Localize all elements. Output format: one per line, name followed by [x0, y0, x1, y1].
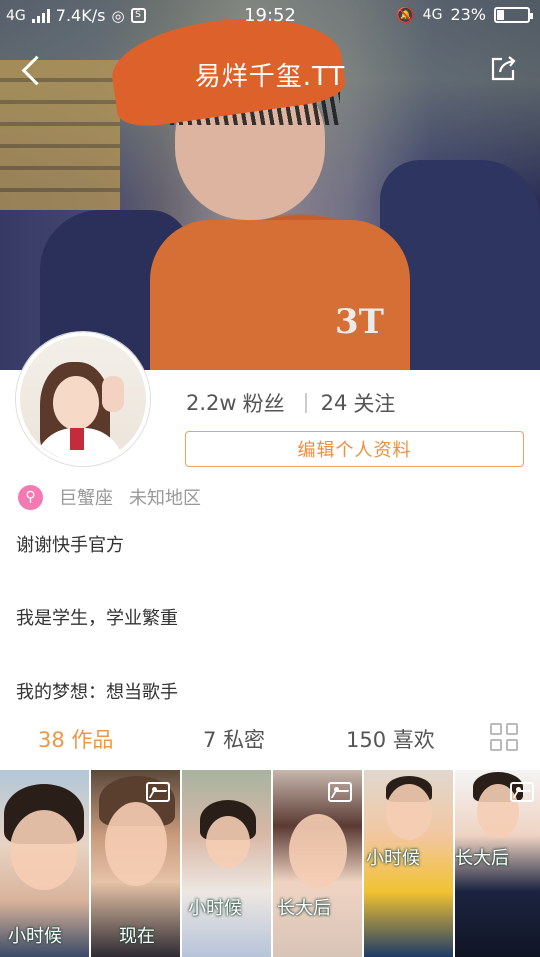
photo-icon	[328, 782, 352, 802]
photo-icon	[510, 782, 534, 802]
page-title: 易烊千玺.TT	[194, 62, 346, 92]
tab-private[interactable]: 7 私密	[203, 724, 265, 754]
thumbnail-caption: 现在	[119, 926, 155, 947]
tab-label: 私密	[223, 728, 266, 752]
network-type-right: 4G	[422, 6, 443, 23]
thumbnail-caption: 长大后	[277, 898, 331, 919]
tab-works[interactable]: 38 作品	[38, 724, 113, 754]
thumbnail-caption: 长大后	[455, 848, 509, 869]
share-edit-icon[interactable]	[488, 54, 518, 84]
bio-line: 我是学生，学业繁重	[16, 608, 178, 629]
mute-icon: 🔕	[395, 5, 415, 24]
battery-percent: 23%	[450, 5, 486, 24]
content-tabs: 38 作品 7 私密 150 喜欢	[0, 718, 540, 758]
location-tag: 未知地区	[129, 488, 201, 509]
tab-likes[interactable]: 150 喜欢	[346, 724, 435, 754]
video-thumbnail[interactable]: 现在	[91, 770, 180, 957]
thumbnail-caption: 小时候	[366, 848, 420, 869]
video-thumbnail[interactable]: 小时候	[364, 770, 453, 957]
profile-stats: 2.2w 粉丝 24 关注	[186, 388, 401, 418]
zodiac-badge-icon: ⚲	[18, 484, 43, 510]
battery-icon	[494, 6, 533, 23]
video-grid: 小时候 现在 小时候 长大后 小时候 长大后	[0, 770, 540, 957]
photo-icon	[146, 782, 170, 802]
video-thumbnail[interactable]: 长大后	[455, 770, 540, 957]
zodiac-tag: 巨蟹座	[59, 488, 113, 509]
following-count[interactable]: 24	[321, 391, 348, 415]
fans-count[interactable]: 2.2w	[186, 391, 237, 415]
tab-count: 7	[203, 728, 217, 752]
status-bar: 4G 7.4K/s ◎ S 19:52 🔕 4G 23%	[0, 0, 540, 32]
tab-label: 喜欢	[392, 728, 435, 752]
back-icon[interactable]	[18, 54, 46, 86]
tab-label: 作品	[71, 728, 114, 752]
profile-tags: ⚲ 巨蟹座 未知地区	[18, 484, 201, 510]
bio-line: 谢谢快手官方	[16, 535, 124, 556]
thumbnail-caption: 小时候	[188, 898, 242, 919]
video-thumbnail[interactable]: 小时候	[182, 770, 271, 957]
fans-label[interactable]: 粉丝	[243, 388, 285, 418]
tab-count: 150	[346, 728, 387, 752]
video-thumbnail[interactable]: 长大后	[273, 770, 362, 957]
bio-line: 我的梦想：想当歌手	[16, 682, 178, 703]
thumbnail-caption: 小时候	[8, 926, 62, 947]
stats-divider	[304, 393, 307, 413]
following-label[interactable]: 关注	[353, 388, 395, 418]
grid-toggle-icon[interactable]	[490, 723, 518, 751]
tab-count: 38	[38, 728, 65, 752]
edit-profile-button[interactable]: 编辑个人资料	[185, 431, 524, 467]
avatar[interactable]	[16, 332, 150, 466]
video-thumbnail[interactable]: 小时候	[0, 770, 89, 957]
